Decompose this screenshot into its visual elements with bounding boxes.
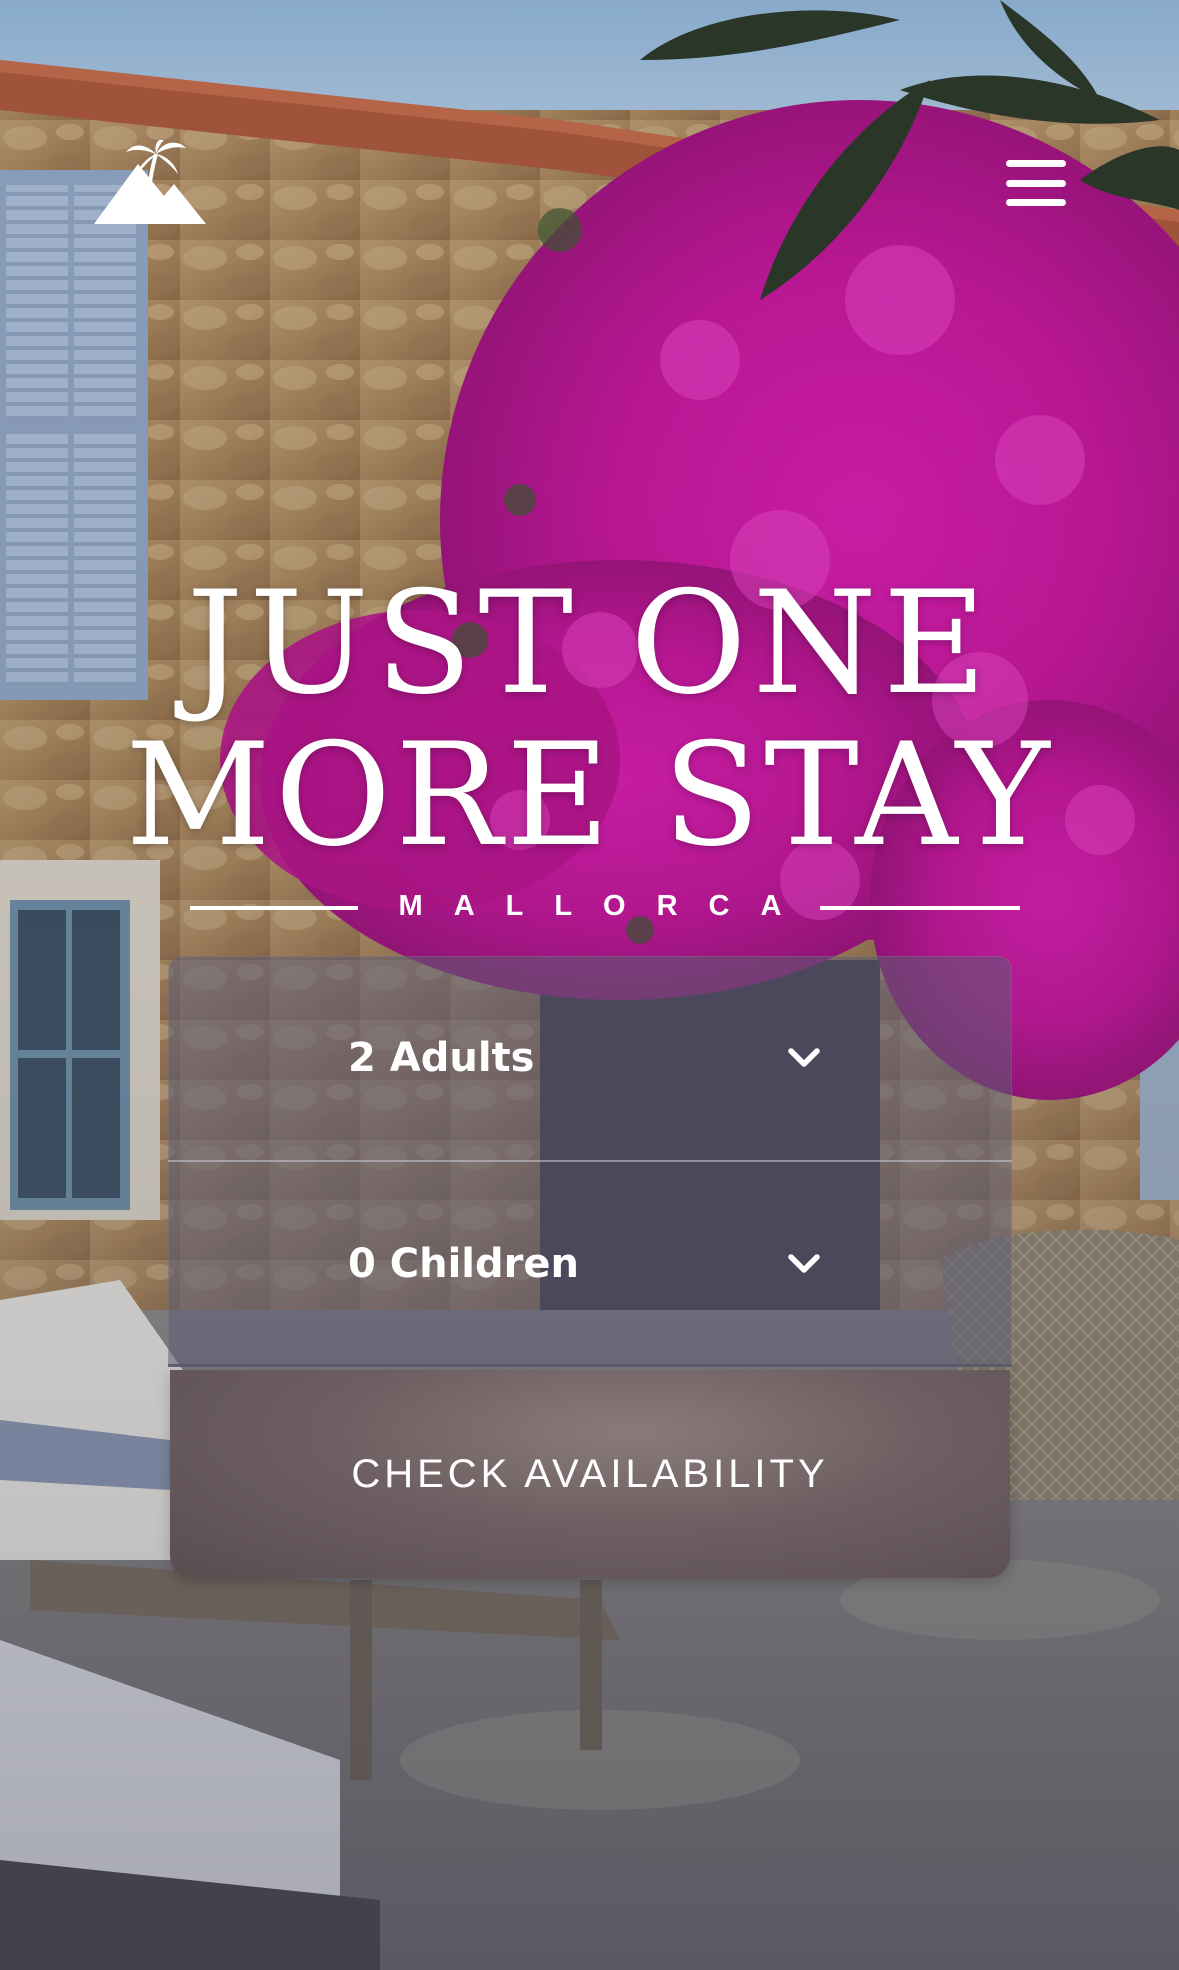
check-availability-button[interactable]: CHECK AVAILABILITY bbox=[170, 1370, 1010, 1578]
hero-title-line-2: MORE STAY bbox=[125, 713, 1054, 878]
booking-panel-divider bbox=[168, 1364, 1012, 1367]
hamburger-menu-icon[interactable] bbox=[1006, 160, 1066, 206]
hero-subtitle: MALLORCA bbox=[398, 890, 813, 922]
adults-select[interactable]: 2 Adults bbox=[168, 956, 1012, 1162]
subtitle-rule-left bbox=[190, 906, 358, 910]
menu-bar-bottom bbox=[1006, 199, 1066, 206]
page: JUST ONE MORE STAY MALLORCA 2 Adults 0 C… bbox=[0, 0, 1179, 1970]
adults-select-value: 2 Adults bbox=[348, 1035, 535, 1081]
check-availability-label: CHECK AVAILABILITY bbox=[351, 1451, 829, 1496]
menu-bar-top bbox=[1006, 160, 1066, 167]
chevron-down-icon bbox=[788, 1254, 820, 1273]
hero-title: JUST ONE MORE STAY bbox=[0, 568, 1179, 872]
menu-bar-middle bbox=[1006, 179, 1066, 187]
hero-subtitle-row: MALLORCA bbox=[0, 886, 1179, 926]
subtitle-rule-right bbox=[820, 906, 1020, 910]
chevron-down-icon bbox=[788, 1048, 820, 1067]
booking-panel: 2 Adults 0 Children bbox=[168, 956, 1012, 1366]
hero-title-line-1: JUST ONE bbox=[186, 561, 993, 726]
children-select[interactable]: 0 Children bbox=[168, 1162, 1012, 1366]
children-select-value: 0 Children bbox=[348, 1241, 579, 1287]
palm-island-logo-icon[interactable] bbox=[94, 139, 206, 224]
